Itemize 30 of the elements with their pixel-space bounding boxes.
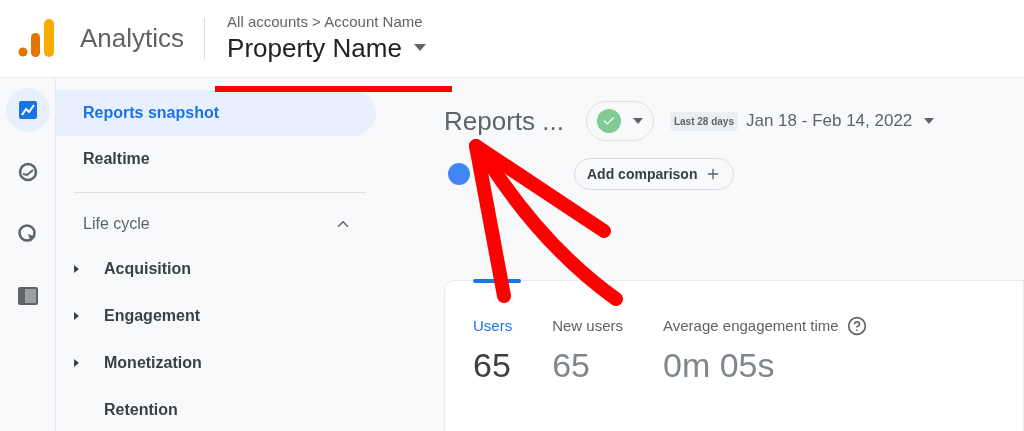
caret-icon [413,44,426,52]
breadcrumb: All accounts > Account Name [227,12,424,32]
expand-triangle-icon [74,311,79,320]
page-title: Reports ... [444,104,564,138]
sidebar-item[interactable]: Acquisition [56,245,192,292]
app-name: Analytics [80,22,185,55]
range-badge: Last 28 days [669,111,738,131]
analytics-logo-icon [18,18,56,59]
nav-rail-button[interactable] [5,88,50,132]
sidebar-item[interactable]: Engagement [56,292,200,339]
sidebar-item[interactable]: Retention [56,386,178,431]
sidebar-item[interactable]: Realtime [56,136,376,182]
sidebar-item[interactable]: Monetization [56,339,202,386]
date-range-selector[interactable]: Jan 18 - Feb 14, 2022 [746,108,935,134]
expand-triangle-icon [74,358,79,367]
target-cursor-icon [17,224,38,244]
gauge-icon [17,162,38,182]
sidebar-item[interactable]: Reports snapshot [56,90,376,136]
chart-icon [18,101,37,119]
metric-tab[interactable]: Users 65 [473,315,513,431]
metric-tab[interactable]: New users 65 [552,315,624,431]
caret-icon [924,118,935,124]
segment-avatar-icon [448,163,470,185]
list-icon [17,287,38,305]
expand-triangle-icon [74,264,79,273]
section-header[interactable]: Life cycle [56,203,356,245]
property-selector[interactable]: Property Name [227,31,426,65]
help-icon [846,316,867,337]
metric-tab[interactable]: Average engagement time 0m 05s [663,315,867,431]
caret-icon [632,118,643,124]
